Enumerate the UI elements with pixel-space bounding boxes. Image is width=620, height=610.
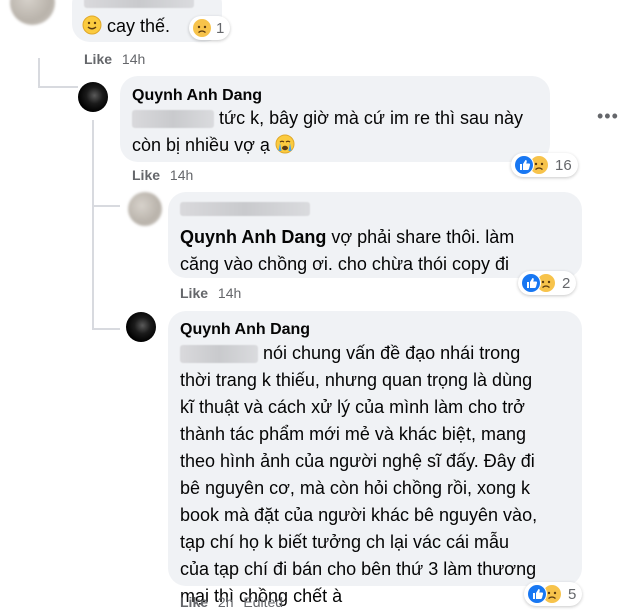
reply2-reactions[interactable]: 2 (518, 271, 577, 295)
thread-line-sub (92, 120, 94, 330)
more-options-icon[interactable]: ••• (597, 106, 619, 127)
like-link[interactable]: Like (132, 167, 160, 183)
crying-emoji (275, 134, 295, 162)
reply1-reactions[interactable]: 16 (511, 153, 578, 177)
redacted-mention (180, 345, 258, 364)
top-comment-redacted (84, 0, 194, 8)
reply1-avatar[interactable] (78, 82, 108, 112)
comment-time[interactable]: 14h (170, 167, 193, 183)
reply1-meta: Like 14h (132, 167, 193, 183)
reply2-avatar[interactable] (128, 192, 162, 226)
reply2-meta: Like 14h (180, 285, 241, 301)
thread-curve-2 (92, 205, 120, 207)
reply3-avatar[interactable] (126, 312, 156, 342)
reaction-count: 16 (555, 156, 572, 174)
comment-time[interactable]: 14h (122, 51, 145, 67)
comment-time[interactable]: 14h (218, 285, 241, 301)
like-reaction-icon (527, 584, 547, 604)
like-reaction-icon (514, 155, 534, 175)
reply2-redacted-name (180, 202, 310, 216)
top-comment-meta: Like 14h (84, 51, 145, 67)
reaction-count: 1 (216, 19, 225, 37)
comment-time[interactable]: 2h (218, 594, 234, 610)
top-comment-avatar (10, 0, 55, 25)
like-link[interactable]: Like (84, 51, 112, 67)
reply3-author[interactable]: Quynh Anh Dang (180, 321, 310, 339)
like-reaction-icon (521, 273, 541, 293)
sad-reaction-icon (192, 18, 212, 38)
reply3-reactions[interactable]: 5 (524, 582, 583, 606)
reaction-count: 2 (562, 274, 571, 292)
reply1-text: tức k, bây giờ mà cứ im re thì sau này c… (132, 105, 542, 162)
like-link[interactable]: Like (180, 594, 208, 610)
top-comment-text: cay thế. (82, 13, 170, 43)
thread-curve-3 (92, 328, 120, 330)
like-link[interactable]: Like (180, 285, 208, 301)
reply1-author[interactable]: Quynh Anh Dang (132, 87, 262, 105)
reaction-count: 5 (568, 585, 577, 603)
thread-line-main (38, 58, 40, 88)
reply2-text: Quynh Anh Dang vợ phải share thôi. làm c… (180, 227, 515, 274)
reply3-meta: Like 2h Edited (180, 594, 283, 610)
reply2-author[interactable]: Quynh Anh Dang (180, 227, 326, 247)
slightly-smiling-emoji (82, 15, 102, 43)
edited-label[interactable]: Edited (243, 594, 283, 610)
thread-curve-1 (38, 86, 78, 88)
redacted-mention (132, 110, 214, 129)
reply3-text: nói chung vấn đề đạo nhái trong thời tra… (180, 343, 538, 606)
top-comment-reactions[interactable]: 1 (189, 16, 231, 40)
